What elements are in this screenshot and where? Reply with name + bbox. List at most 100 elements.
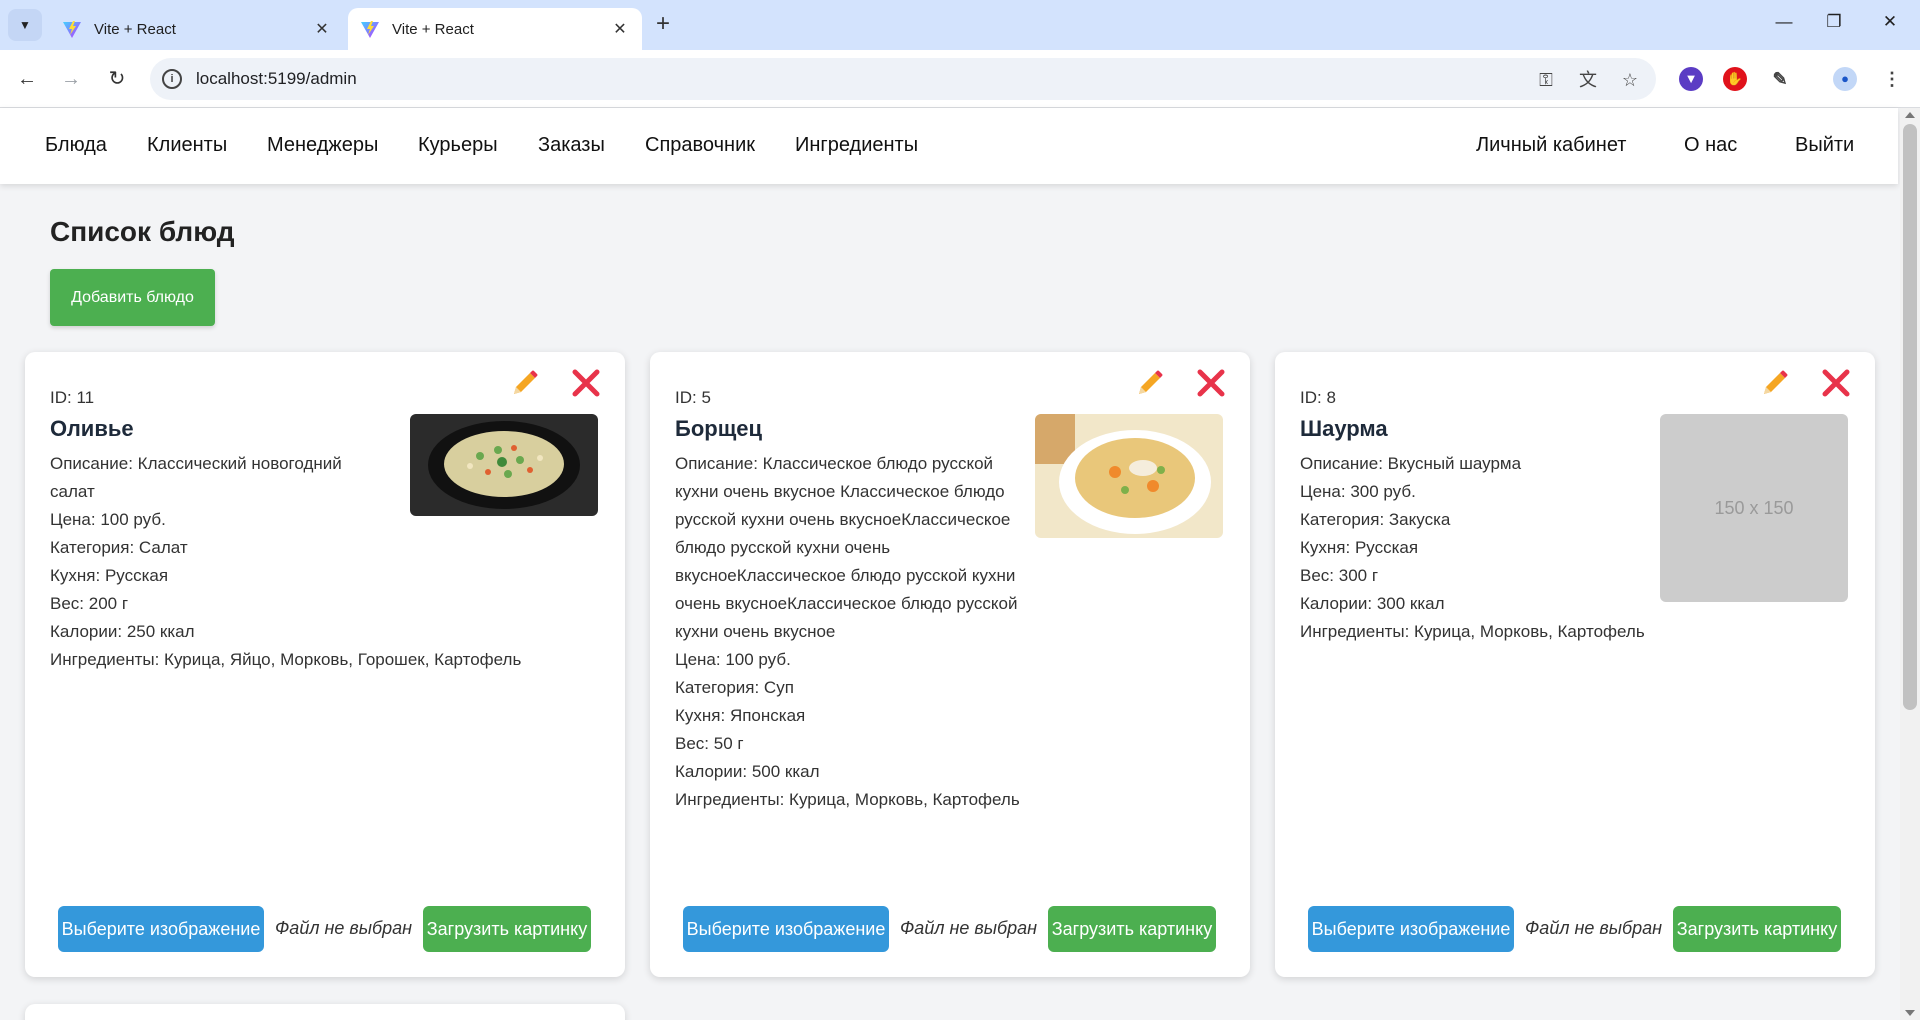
- delete-x-icon[interactable]: [571, 368, 601, 398]
- nav-clients[interactable]: Клиенты: [147, 134, 227, 157]
- bookmark-star-icon[interactable]: ☆: [1618, 68, 1642, 92]
- tab-title: Vite + React: [94, 20, 176, 38]
- reload-icon[interactable]: ↻: [104, 66, 130, 92]
- dish-weight: Вес: 300 г: [1300, 566, 1379, 585]
- pencil-edit-icon[interactable]: [1135, 368, 1165, 398]
- url-text[interactable]: localhost:5199/admin: [196, 69, 357, 89]
- dish-category: Категория: Салат: [50, 538, 188, 557]
- admin-nav-bar: Блюда Клиенты Менеджеры Курьеры Заказы С…: [0, 108, 1898, 184]
- tab-list-button[interactable]: ▼: [8, 9, 42, 41]
- dish-calories: Калории: 300 ккал: [1300, 594, 1445, 613]
- dish-details: Описание: Классическое блюдо русской кух…: [675, 450, 1040, 814]
- choose-image-button[interactable]: Выберите изображение: [58, 906, 264, 952]
- pencil-edit-icon[interactable]: [1760, 368, 1790, 398]
- dish-name: Шаурма: [1300, 416, 1388, 441]
- dish-card: [25, 1004, 625, 1020]
- dish-calories: Калории: 500 ккал: [675, 762, 820, 781]
- close-icon[interactable]: ✕: [610, 19, 630, 39]
- dish-description: Описание: Классическое блюдо русской кух…: [675, 454, 1018, 641]
- browser-tab-2[interactable]: Vite + React ✕: [348, 8, 642, 50]
- scroll-down-icon[interactable]: [1905, 1010, 1915, 1016]
- dish-id: ID: 5: [675, 388, 711, 407]
- dish-details: Описание: Классический новогодний салат …: [50, 450, 521, 674]
- browser-tab-bar: ▼ Vite + React ✕ Vite + React ✕ + — ❐ ✕: [0, 0, 1920, 50]
- choose-image-button[interactable]: Выберите изображение: [683, 906, 889, 952]
- upload-image-button[interactable]: Загрузить картинку: [1048, 906, 1216, 952]
- nav-ingredients[interactable]: Ингредиенты: [795, 134, 918, 157]
- nav-couriers[interactable]: Курьеры: [418, 134, 498, 157]
- dish-card: ID: 11 Оливье Описание: Классический нов…: [25, 352, 625, 977]
- extension-shield-icon[interactable]: ▼: [1679, 67, 1703, 91]
- restore-icon[interactable]: ❐: [1822, 12, 1846, 36]
- dish-id: ID: 11: [50, 388, 95, 407]
- delete-x-icon[interactable]: [1821, 368, 1851, 398]
- dish-photo-placeholder: 150 x 150: [1660, 414, 1848, 602]
- nav-personal-account[interactable]: Личный кабинет: [1476, 134, 1626, 157]
- dish-price: Цена: 100 руб.: [50, 510, 166, 529]
- dish-description: Описание: Вкусный шаурма: [1300, 454, 1522, 473]
- page-scrollbar[interactable]: [1900, 108, 1920, 1020]
- file-status-text: Файл не выбран: [1525, 918, 1663, 938]
- dish-cuisine: Кухня: Русская: [50, 566, 169, 585]
- image-upload-row: Выберите изображение Файл не выбран Загр…: [58, 906, 598, 952]
- key-icon[interactable]: ⚿: [1534, 68, 1558, 92]
- vite-icon: [361, 21, 379, 38]
- nav-orders[interactable]: Заказы: [538, 134, 605, 157]
- scrollbar-thumb[interactable]: [1903, 124, 1917, 710]
- nav-about[interactable]: О нас: [1684, 134, 1737, 157]
- dish-id: ID: 8: [1300, 388, 1336, 407]
- dish-name: Борщец: [675, 416, 763, 441]
- add-dish-button[interactable]: Добавить блюдо: [50, 269, 215, 326]
- dish-card: ID: 8 Шаурма Описание: Вкусный шаурма Це…: [1275, 352, 1875, 977]
- minimize-icon[interactable]: —: [1772, 12, 1796, 36]
- browser-tab-1[interactable]: Vite + React ✕: [50, 8, 344, 50]
- dish-cuisine: Кухня: Русская: [1300, 538, 1419, 557]
- tab-title: Vite + React: [392, 20, 474, 38]
- profile-avatar-icon[interactable]: ●: [1833, 67, 1857, 91]
- delete-x-icon[interactable]: [1196, 368, 1226, 398]
- dish-photo: [410, 414, 598, 516]
- back-arrow-icon[interactable]: ←: [14, 66, 40, 92]
- dish-description: Описание: Классический новогодний салат: [50, 454, 342, 501]
- close-icon[interactable]: ✕: [312, 19, 332, 39]
- upload-image-button[interactable]: Загрузить картинку: [423, 906, 591, 952]
- dish-name: Оливье: [50, 416, 134, 441]
- nav-reference[interactable]: Справочник: [645, 134, 755, 157]
- file-status-text: Файл не выбран: [900, 918, 1038, 938]
- dish-details: Описание: Вкусный шаурма Цена: 300 руб. …: [1300, 450, 1665, 646]
- nav-managers[interactable]: Менеджеры: [267, 134, 378, 157]
- dish-price: Цена: 300 руб.: [1300, 482, 1416, 501]
- dish-photo: [1035, 414, 1223, 538]
- dish-ingredients: Ингредиенты: Курица, Морковь, Картофель: [675, 790, 1020, 809]
- dish-calories: Калории: 250 ккал: [50, 622, 195, 641]
- extensions-puzzle-icon[interactable]: ✎: [1768, 67, 1792, 91]
- dish-cuisine: Кухня: Японская: [675, 706, 806, 725]
- choose-image-button[interactable]: Выберите изображение: [1308, 906, 1514, 952]
- nav-dishes[interactable]: Блюда: [45, 134, 107, 157]
- dish-ingredients: Ингредиенты: Курица, Яйцо, Морковь, Горо…: [50, 650, 522, 669]
- vite-icon: [63, 21, 81, 38]
- menu-dots-icon[interactable]: ⋮: [1880, 67, 1904, 91]
- dish-price: Цена: 100 руб.: [675, 650, 791, 669]
- file-status-text: Файл не выбран: [275, 918, 413, 938]
- upload-image-button[interactable]: Загрузить картинку: [1673, 906, 1841, 952]
- address-bar[interactable]: i localhost:5199/admin ⚿ 文 ☆: [150, 58, 1656, 100]
- translate-icon[interactable]: 文: [1576, 68, 1600, 92]
- dish-weight: Вес: 50 г: [675, 734, 744, 753]
- dish-category: Категория: Суп: [675, 678, 794, 697]
- scroll-up-icon[interactable]: [1905, 112, 1915, 118]
- window-close-icon[interactable]: ✕: [1878, 12, 1902, 36]
- extension-hand-icon[interactable]: ✋: [1723, 67, 1747, 91]
- forward-arrow-icon[interactable]: →: [58, 66, 84, 92]
- nav-logout[interactable]: Выйти: [1795, 134, 1854, 157]
- new-tab-plus-icon[interactable]: +: [650, 12, 676, 38]
- browser-toolbar: ← → ↻ i localhost:5199/admin ⚿ 文 ☆ ▼ ✋ ✎…: [0, 50, 1920, 108]
- dish-card: ID: 5 Борщец Описание: Классическое блюд…: [650, 352, 1250, 977]
- page-title: Список блюд: [50, 216, 235, 247]
- site-info-icon[interactable]: i: [162, 69, 182, 89]
- image-upload-row: Выберите изображение Файл не выбран Загр…: [683, 906, 1223, 952]
- image-upload-row: Выберите изображение Файл не выбран Загр…: [1308, 906, 1848, 952]
- dish-category: Категория: Закуска: [1300, 510, 1451, 529]
- pencil-edit-icon[interactable]: [510, 368, 540, 398]
- dish-ingredients: Ингредиенты: Курица, Морковь, Картофель: [1300, 622, 1645, 641]
